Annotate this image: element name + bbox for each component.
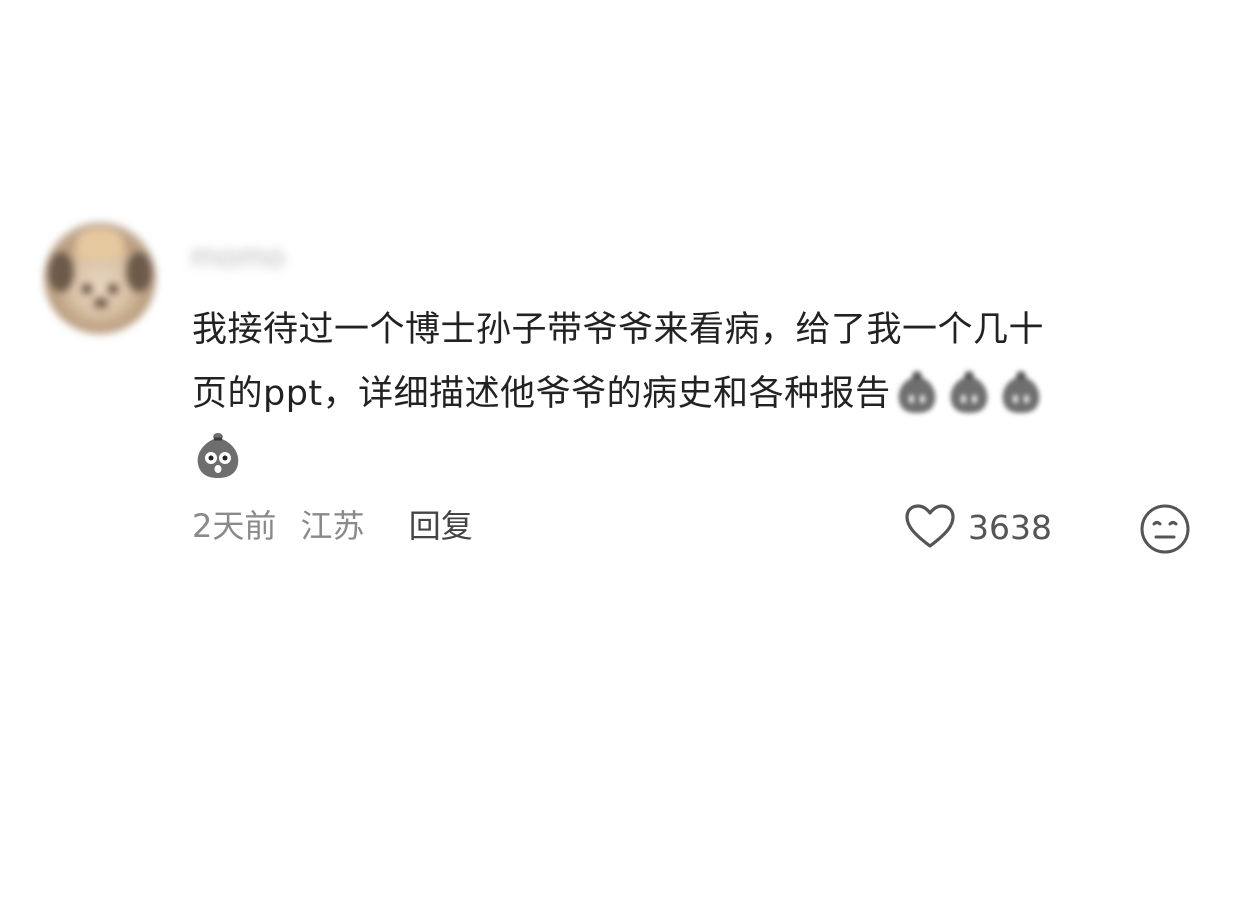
reply-button[interactable]: 回复 xyxy=(409,507,473,545)
comment-text-line-2-text: 页的ppt，详细描述他爷爷的病史和各种报告 xyxy=(192,374,891,414)
username[interactable]: momo xyxy=(190,238,285,278)
comment-text-line-1: 我接待过一个博士孙子带爷爷来看病，给了我一个几十 xyxy=(192,310,1045,350)
sack-emoji-icon xyxy=(995,365,1047,417)
avatar[interactable] xyxy=(44,222,156,334)
comment-text: 我接待过一个博士孙子带爷爷来看病，给了我一个几十 页的ppt，详细描述他爷爷的病… xyxy=(192,298,1192,490)
sack-emoji-icon xyxy=(943,365,995,417)
comment-meta: 2天前 江苏 回复 xyxy=(192,502,473,550)
comment-text-line-3 xyxy=(192,426,1192,490)
neutral-face-icon xyxy=(1138,504,1192,560)
comment-time: 2天前 xyxy=(192,507,277,545)
comment-item: momo 我接待过一个博士孙子带爷爷来看病，给了我一个几十 页的ppt，详细描述… xyxy=(0,0,1240,920)
comment-region: 江苏 xyxy=(300,507,365,545)
comment-text-line-2: 页的ppt，详细描述他爷爷的病史和各种报告 xyxy=(192,362,1192,426)
like-count: 3638 xyxy=(968,508,1052,547)
like-button[interactable]: 3638 xyxy=(904,502,1052,554)
shocked-sack-emoji-icon xyxy=(192,429,244,481)
heart-icon xyxy=(904,503,956,553)
reaction-button[interactable] xyxy=(1138,502,1192,556)
sack-emoji-icon xyxy=(891,365,943,417)
